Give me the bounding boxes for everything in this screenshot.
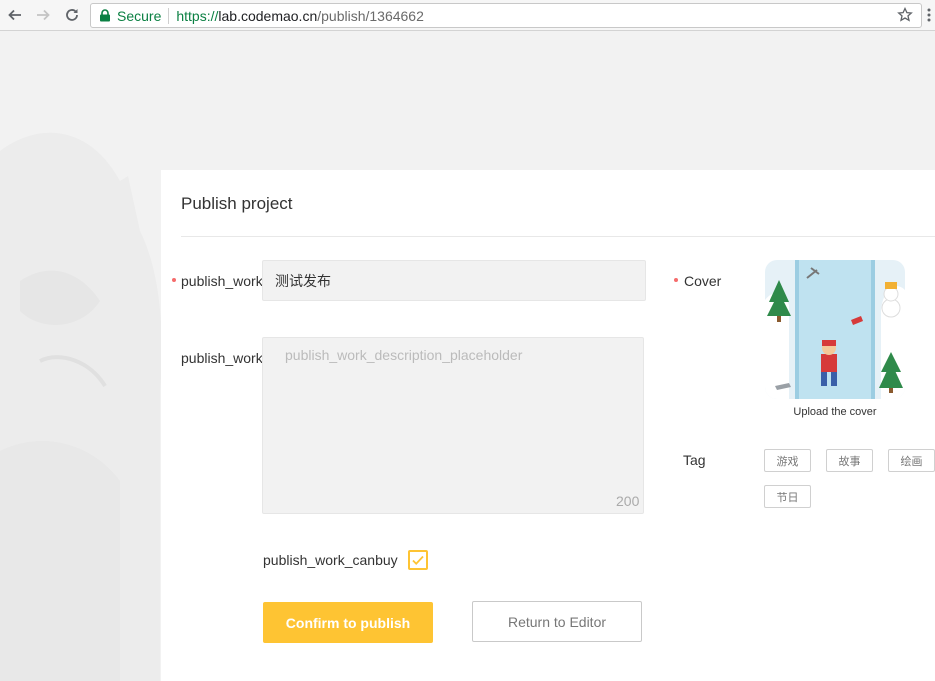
browser-toolbar: Secure https:// lab.codemao.cn /publish/… — [0, 0, 935, 31]
name-input[interactable] — [262, 260, 646, 301]
tag-festival[interactable]: 节日 — [764, 485, 811, 508]
tag-label: Tag — [683, 452, 706, 468]
secure-label: Secure — [117, 7, 162, 24]
upload-cover-caption: Upload the cover — [793, 406, 877, 418]
url-scheme: https:// — [176, 7, 219, 24]
return-to-editor-button[interactable]: Return to Editor — [472, 601, 642, 642]
url-host: lab.codemao.cn — [218, 7, 318, 24]
browser-menu-icon[interactable] — [927, 8, 931, 22]
cover-label: Cover — [684, 273, 722, 289]
required-marker — [172, 278, 176, 282]
url-path: /publish/1364662 — [317, 7, 424, 24]
tag-game[interactable]: 游戏 — [764, 449, 811, 472]
address-bar[interactable]: Secure https:// lab.codemao.cn /publish/… — [90, 3, 922, 28]
confirm-publish-button[interactable]: Confirm to publish — [263, 602, 433, 643]
description-textarea[interactable] — [262, 337, 644, 514]
description-char-count: 200 — [616, 493, 640, 509]
cover-image[interactable] — [765, 260, 905, 399]
canbuy-label: publish_work_canbuy — [263, 552, 398, 568]
canbuy-checkbox[interactable] — [408, 550, 428, 570]
page-title: Publish project — [181, 194, 293, 213]
forward-icon[interactable] — [33, 5, 53, 25]
required-marker — [674, 278, 678, 282]
title-divider — [181, 236, 935, 237]
url-separator — [168, 7, 170, 24]
publish-card: Publish project publish_work_name publis… — [161, 170, 935, 681]
tag-story[interactable]: 故事 — [826, 449, 873, 472]
lock-icon — [100, 9, 110, 22]
reload-icon[interactable] — [62, 5, 82, 25]
checkmark-icon — [412, 555, 424, 565]
bookmark-star-icon[interactable] — [897, 7, 913, 23]
tag-drawing[interactable]: 绘画 — [888, 449, 935, 472]
back-icon[interactable] — [5, 5, 25, 25]
